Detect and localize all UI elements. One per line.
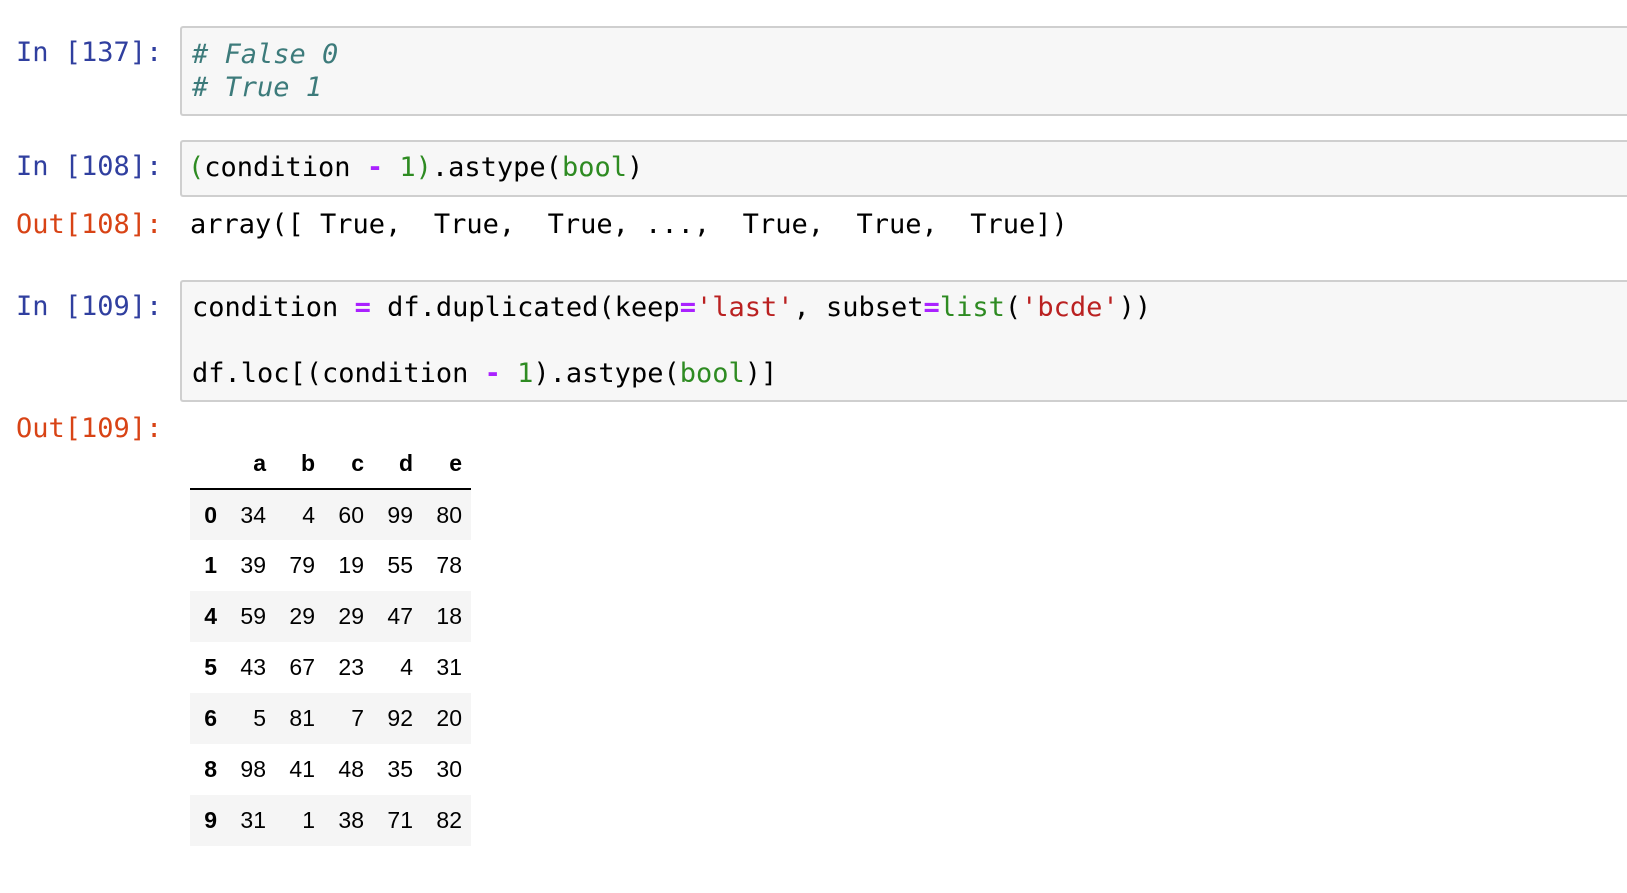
- table-cell: 48: [338, 756, 364, 782]
- in-prompt-109: In [109]:: [16, 291, 163, 322]
- dataframe-output: a b c d e 0 34 4 60 99 80 1 39 79 19 55 …: [190, 438, 471, 846]
- column-header-e: e: [422, 438, 471, 490]
- row-index: 1: [204, 552, 217, 578]
- code-cell-137[interactable]: # False 0 # True 1: [180, 26, 1627, 116]
- code-cell-109[interactable]: condition = df.duplicated(keep='last', s…: [180, 280, 1627, 402]
- table-cell: 35: [387, 756, 413, 782]
- table-row: 1 39 79 19 55 78: [190, 540, 471, 591]
- out-prompt-108: Out[108]:: [16, 209, 163, 240]
- table-cell: 80: [436, 501, 462, 528]
- table-cell: 19: [338, 552, 364, 578]
- table-cell: 29: [289, 603, 315, 629]
- column-header-d: d: [373, 438, 422, 490]
- in-prompt-108: In [108]:: [16, 151, 163, 182]
- table-cell: 43: [240, 654, 266, 680]
- column-header-b: b: [275, 438, 324, 490]
- table-cell: 31: [436, 654, 462, 680]
- row-index: 5: [204, 654, 217, 680]
- table-cell: 4: [302, 501, 315, 528]
- code-line-1: # False 0: [192, 39, 339, 70]
- table-row: 5 43 67 23 4 31: [190, 642, 471, 693]
- table-cell: 31: [240, 807, 266, 833]
- code-line-1: condition = df.duplicated(keep='last', s…: [192, 292, 1152, 323]
- table-row: 9 31 1 38 71 82: [190, 795, 471, 846]
- table-cell: 78: [436, 552, 462, 578]
- table-cell: 34: [240, 501, 266, 528]
- table-cell: 4: [400, 654, 413, 680]
- row-index: 6: [204, 705, 217, 731]
- table-cell: 1: [302, 807, 315, 833]
- table-cell: 67: [289, 654, 315, 680]
- table-cell: 79: [289, 552, 315, 578]
- table-cell: 30: [436, 756, 462, 782]
- table-row: 6 5 81 7 92 20: [190, 693, 471, 744]
- table-cell: 71: [387, 807, 413, 833]
- table-cell: 5: [253, 705, 266, 731]
- table-row: 8 98 41 48 35 30: [190, 744, 471, 795]
- table-cell: 81: [289, 705, 315, 731]
- out-prompt-109: Out[109]:: [16, 413, 163, 444]
- table-row: 0 34 4 60 99 80: [190, 489, 471, 540]
- table-cell: 60: [338, 501, 364, 528]
- table-cell: 29: [338, 603, 364, 629]
- table-cell: 41: [289, 756, 315, 782]
- table-cell: 20: [436, 705, 462, 731]
- output-array: array([ True, True, True, ..., True, Tru…: [190, 209, 1068, 240]
- table-cell: 55: [387, 552, 413, 578]
- code-line-3: df.loc[(condition - 1).astype(bool)]: [192, 358, 778, 389]
- table-cell: 23: [338, 654, 364, 680]
- in-prompt-137: In [137]:: [16, 37, 163, 68]
- table-cell: 39: [240, 552, 266, 578]
- code-cell-108[interactable]: (condition - 1).astype(bool): [180, 140, 1627, 197]
- table-cell: 98: [240, 756, 266, 782]
- row-index: 0: [204, 501, 217, 528]
- table-cell: 99: [387, 501, 413, 528]
- code-line-2: # True 1: [192, 72, 323, 103]
- row-index: 8: [204, 756, 217, 782]
- table-cell: 92: [387, 705, 413, 731]
- index-header: [190, 438, 226, 490]
- table-cell: 47: [387, 603, 413, 629]
- table-cell: 7: [351, 705, 364, 731]
- table-row: 4 59 29 29 47 18: [190, 591, 471, 642]
- table-cell: 18: [436, 603, 462, 629]
- code-line: (condition - 1).astype(bool): [188, 152, 644, 183]
- table-cell: 38: [338, 807, 364, 833]
- column-header-c: c: [324, 438, 373, 490]
- row-index: 9: [204, 807, 217, 833]
- row-index: 4: [204, 603, 217, 629]
- table-cell: 59: [240, 603, 266, 629]
- table-cell: 82: [436, 807, 462, 833]
- header-row: a b c d e: [190, 438, 471, 490]
- column-header-a: a: [226, 438, 275, 490]
